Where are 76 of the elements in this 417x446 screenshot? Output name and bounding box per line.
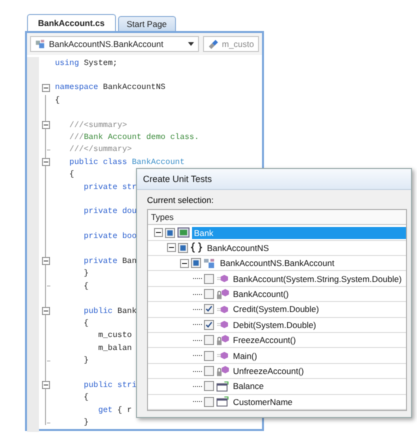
collapse-icon[interactable] (180, 258, 189, 268)
collapse-icon[interactable] (154, 228, 163, 237)
code-line: private Ban (82, 256, 137, 266)
checkbox[interactable] (204, 381, 214, 392)
tree-item[interactable]: Credit(System.Double) (231, 303, 321, 316)
selection-label: Current selection: (147, 195, 215, 208)
checkbox[interactable] (204, 274, 214, 284)
code-line: namespace BankAccountNS (54, 83, 166, 92)
collapse-icon[interactable] (42, 121, 50, 130)
method-icon (216, 273, 229, 284)
code-line: private boo (82, 232, 137, 242)
code-line: { (82, 282, 89, 291)
code-line: { (82, 393, 89, 402)
class-icon (35, 39, 45, 49)
tree-item[interactable]: Main() (231, 350, 260, 362)
code-line: get { r (97, 406, 132, 415)
checkbox[interactable] (204, 396, 214, 407)
tree-item[interactable]: Debit(System.Double) (231, 318, 318, 331)
collapse-icon[interactable] (42, 158, 50, 166)
tree-item[interactable]: Balance (231, 380, 266, 392)
checkbox[interactable] (204, 304, 214, 314)
checkbox[interactable] (165, 228, 175, 238)
code-line: } (82, 418, 89, 428)
code-line: { (54, 96, 60, 105)
property-icon (216, 396, 229, 408)
code-line: public class BankAccount (68, 158, 185, 167)
type-dropdown[interactable]: BankAccountNS.BankAccount (30, 36, 199, 52)
tree-item[interactable]: BankAccount() (231, 288, 291, 300)
braces-icon (190, 242, 203, 254)
column-header: Types (148, 210, 406, 226)
checkbox[interactable] (191, 258, 201, 268)
code-line: public stri (82, 380, 137, 390)
method-icon (216, 350, 229, 362)
code-line: private dou (82, 207, 137, 216)
project-icon (177, 227, 190, 238)
code-line: ///Bank Account demo class. (68, 133, 200, 142)
code-line: ///</summary> (68, 145, 132, 154)
collapse-icon[interactable] (42, 257, 50, 266)
locked-method-icon (216, 334, 229, 346)
document-tab[interactable]: BankAccount.cs (27, 14, 116, 31)
checkbox[interactable] (204, 320, 214, 330)
checkbox[interactable] (204, 366, 214, 376)
tree-item[interactable]: FreezeAccount() (231, 334, 298, 346)
code-line: m_custo (97, 331, 132, 340)
collapse-icon[interactable] (42, 307, 50, 315)
code-line: { (68, 170, 74, 180)
code-line: m_balan (97, 344, 132, 353)
code-line: { (82, 318, 89, 328)
checkbox[interactable] (204, 335, 214, 346)
collapse-icon[interactable] (42, 84, 50, 92)
property-icon (216, 380, 229, 392)
code-line: using System; (54, 58, 118, 68)
document-tab[interactable]: Start Page (118, 16, 176, 31)
code-line: private str (82, 182, 137, 192)
dialog-title: Create Unit Tests (137, 169, 411, 190)
checkbox[interactable] (204, 350, 214, 361)
tree-item[interactable]: CustomerName (231, 396, 295, 408)
member-dropdown[interactable]: m_custo (202, 36, 259, 52)
code-line: public Bank (82, 306, 137, 316)
checkbox[interactable] (204, 289, 214, 300)
tree-item[interactable]: UnfreezeAccount() (231, 365, 306, 378)
collapse-icon[interactable] (167, 243, 176, 252)
code-line: } (82, 356, 89, 366)
method-icon (216, 319, 229, 330)
locked-method-icon (216, 288, 229, 300)
caret-icon (188, 42, 194, 46)
collapse-icon[interactable] (42, 381, 50, 390)
locked-method-icon (216, 366, 229, 377)
tree-item[interactable]: BankAccountNS.BankAccount (218, 257, 336, 270)
code-line: ///<summary> (68, 120, 128, 130)
tree-item[interactable]: BankAccountNS (205, 242, 271, 254)
code-line: } (82, 269, 89, 278)
method-icon (216, 304, 229, 315)
tree-item[interactable]: BankAccount(System.String.System.Double) (231, 272, 404, 285)
class-icon (203, 258, 216, 269)
checkbox[interactable] (178, 242, 188, 253)
